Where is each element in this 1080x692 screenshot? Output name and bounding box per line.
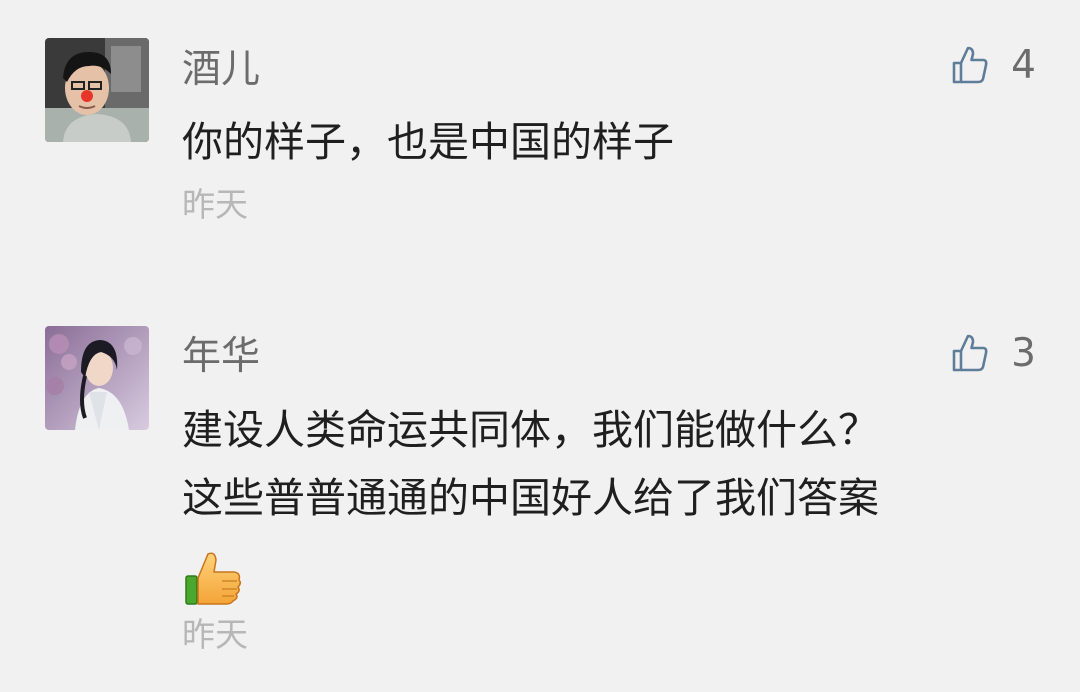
nickname[interactable]: 年华 [182,337,260,376]
comment-text: 建设人类命运共同体，我们能做什么？ 这些普普通通的中国好人给了我们答案 [182,396,879,532]
comment-text-line: 这些普普通通的中国好人给了我们答案 [182,474,879,522]
nickname[interactable]: 酒儿 [182,50,260,89]
avatar-image [45,38,149,142]
like-count: 4 [1011,42,1036,88]
timestamp: 昨天 [182,185,248,224]
avatar-image [45,326,149,430]
comment-text-line: 建设人类命运共同体，我们能做什么？ [182,406,879,454]
avatar[interactable] [45,326,149,430]
comment-item: 年华 3 建设人类命运共同体，我们能做什么？ 这些普普通通的中国好人给了我们答案 [0,300,1080,692]
thumbs-up-icon [952,334,988,372]
thumbs-up-emoji-icon [185,552,242,605]
comment-text: 你的样子，也是中国的样子 [182,108,674,176]
like-count: 3 [1011,330,1036,376]
avatar[interactable] [45,38,149,142]
like-button[interactable]: 3 [951,333,1036,373]
thumbs-up-icon [952,46,988,84]
comment-text-line: 你的样子，也是中国的样子 [182,118,674,166]
like-button[interactable]: 4 [951,45,1036,85]
comment-list: 酒儿 4 你的样子，也是中国的样子 昨天 年华 3 建设人类命运共同体，我们能做… [0,0,1080,692]
comment-item: 酒儿 4 你的样子，也是中国的样子 昨天 [0,0,1080,300]
timestamp: 昨天 [182,615,248,654]
